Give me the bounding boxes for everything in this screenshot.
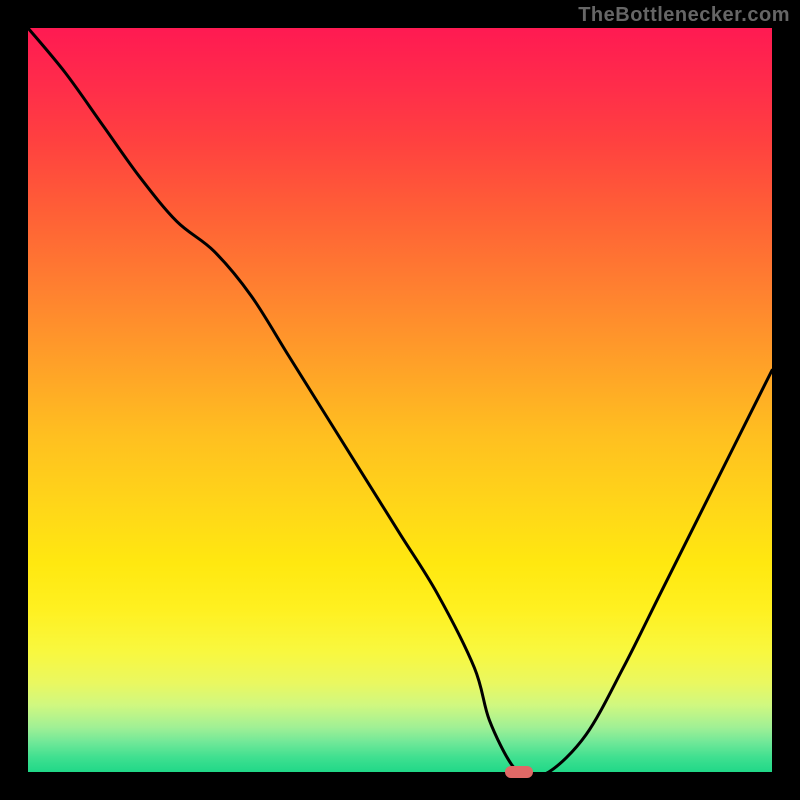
optimal-point-marker [505,766,533,778]
plot-area [28,28,772,772]
bottleneck-curve [28,28,772,772]
attribution-text: TheBottlenecker.com [578,4,790,27]
chart-frame: TheBottlenecker.com [0,0,800,800]
